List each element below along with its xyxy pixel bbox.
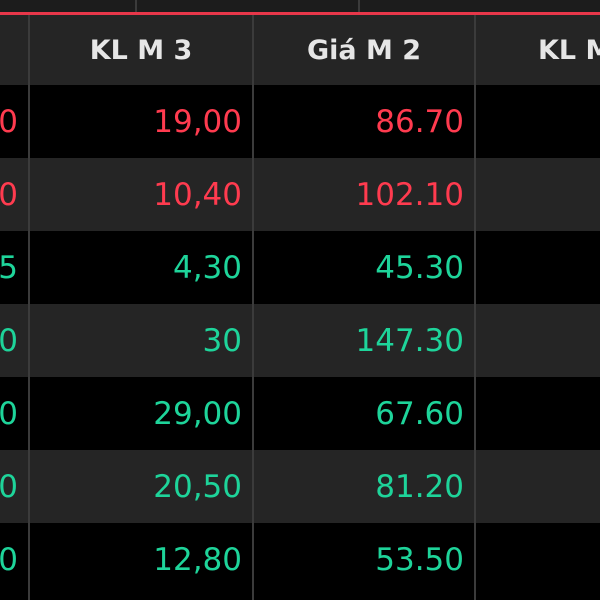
cell-kl-m3: 4,30 xyxy=(172,249,242,286)
table-row[interactable]: 0 10,40 102.10 xyxy=(0,158,600,231)
cell-gia-m2: 53.50 xyxy=(375,541,464,578)
cell-kl-m3: 29,00 xyxy=(153,395,242,432)
column-header-partial[interactable] xyxy=(0,15,28,85)
table-row[interactable]: 0 20,50 81.20 xyxy=(0,450,600,523)
tab-divider xyxy=(135,0,137,12)
column-divider xyxy=(474,15,476,600)
cell-kl-m3: 20,50 xyxy=(153,468,242,505)
cell-gia-m2: 67.60 xyxy=(375,395,464,432)
cell-gia-m2: 81.20 xyxy=(375,468,464,505)
column-header-kl-m3[interactable]: KL M 3 xyxy=(30,15,252,85)
cell-gia-m2: 45.30 xyxy=(375,249,464,286)
cell-kl-m3: 10,40 xyxy=(153,176,242,213)
cell-kl-m-partial xyxy=(476,523,600,596)
cell-partial-value: 5 xyxy=(0,249,18,286)
quote-table: KL M 3 Giá M 2 KL M 0 19,00 86.70 0 10,40 102… xyxy=(0,15,600,596)
cell-partial-value: 0 xyxy=(0,103,18,140)
cell-kl-m3: 19,00 xyxy=(153,103,242,140)
cell-kl-m-partial xyxy=(476,85,600,158)
cell-partial-value: 0 xyxy=(0,176,18,213)
cell-kl-m3: 12,80 xyxy=(153,541,242,578)
cell-kl-m-partial xyxy=(476,450,600,523)
table-row[interactable]: 0 29,00 67.60 xyxy=(0,377,600,450)
cell-partial-value: 0 xyxy=(0,395,18,432)
table-row[interactable]: 0 12,80 53.50 xyxy=(0,523,600,596)
table-body: 0 19,00 86.70 0 10,40 102.10 5 4,30 45.30 0 30 147.… xyxy=(0,85,600,596)
cell-gia-m2: 86.70 xyxy=(375,103,464,140)
column-header-gia-m2[interactable]: Giá M 2 xyxy=(254,15,474,85)
cell-kl-m-partial xyxy=(476,304,600,377)
cell-partial-value: 0 xyxy=(0,322,18,359)
price-board: KL M 3 Giá M 2 KL M 0 19,00 86.70 0 10,40 102… xyxy=(0,0,600,600)
column-divider xyxy=(252,15,254,600)
cell-kl-m3: 30 xyxy=(202,322,242,359)
cell-partial-value: 0 xyxy=(0,468,18,505)
cell-gia-m2: 102.10 xyxy=(355,176,464,213)
table-row[interactable]: 0 19,00 86.70 xyxy=(0,85,600,158)
cell-kl-m-partial xyxy=(476,158,600,231)
table-row[interactable]: 5 4,30 45.30 xyxy=(0,231,600,304)
cell-partial-value: 0 xyxy=(0,541,18,578)
cell-kl-m-partial xyxy=(476,377,600,450)
cell-gia-m2: 147.30 xyxy=(355,322,464,359)
table-header: KL M 3 Giá M 2 KL M xyxy=(0,15,600,85)
tab-divider xyxy=(358,0,360,12)
table-row[interactable]: 0 30 147.30 xyxy=(0,304,600,377)
column-divider xyxy=(28,15,30,600)
cell-kl-m-partial xyxy=(476,231,600,304)
column-header-kl-m-partial[interactable]: KL M xyxy=(476,15,600,85)
